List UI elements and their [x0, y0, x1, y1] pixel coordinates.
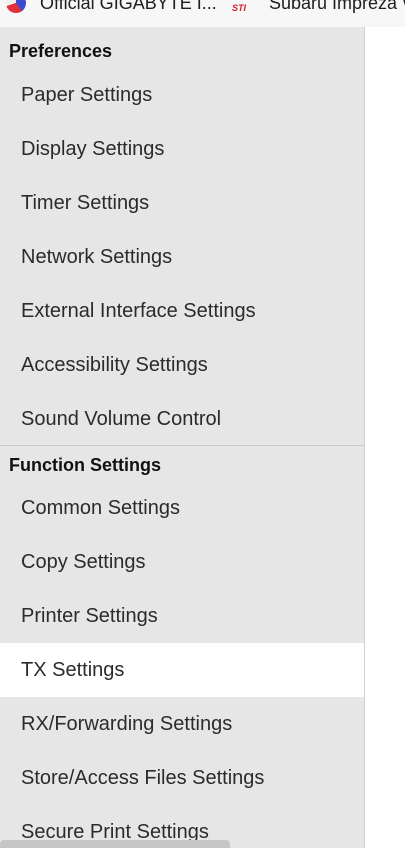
menu-item-common-settings[interactable]: Common Settings: [0, 481, 364, 535]
menu-item-sound-volume-control[interactable]: Sound Volume Control: [0, 392, 364, 446]
menu-item-paper-settings[interactable]: Paper Settings: [0, 68, 364, 122]
menu-item-external-interface-settings[interactable]: External Interface Settings: [0, 284, 364, 338]
menu-item-copy-settings[interactable]: Copy Settings: [0, 535, 364, 589]
bookmark-subaru[interactable]: STI Subaru Impreza W: [232, 0, 405, 18]
menu-item-rx-forwarding-settings[interactable]: RX/Forwarding Settings: [0, 697, 364, 751]
menu-item-tx-settings[interactable]: TX Settings: [0, 643, 364, 697]
bookmarks-bar: Official GIGABYTE I... STI Subaru Imprez…: [0, 0, 405, 27]
gigabyte-icon: [6, 0, 26, 13]
menu-item-printer-settings[interactable]: Printer Settings: [0, 589, 364, 643]
horizontal-scrollbar[interactable]: [0, 840, 230, 848]
bookmark-label: Subaru Impreza W: [269, 0, 405, 13]
menu-item-network-settings[interactable]: Network Settings: [0, 230, 364, 284]
menu-item-timer-settings[interactable]: Timer Settings: [0, 176, 364, 230]
menu-item-store-access-files-settings[interactable]: Store/Access Files Settings: [0, 751, 364, 805]
bookmark-label: Official GIGABYTE I...: [40, 0, 217, 13]
subaru-sti-icon: STI: [232, 3, 247, 13]
settings-sidebar: Preferences Paper Settings Display Setti…: [0, 27, 365, 848]
content-pane: [365, 27, 405, 848]
section-header-preferences: Preferences: [9, 40, 113, 61]
section-header-function-settings: Function Settings: [9, 454, 161, 475]
menu-item-accessibility-settings[interactable]: Accessibility Settings: [0, 338, 364, 392]
menu-item-display-settings[interactable]: Display Settings: [0, 122, 364, 176]
section-divider: [0, 445, 364, 446]
bookmark-gigabyte[interactable]: Official GIGABYTE I...: [6, 0, 217, 18]
